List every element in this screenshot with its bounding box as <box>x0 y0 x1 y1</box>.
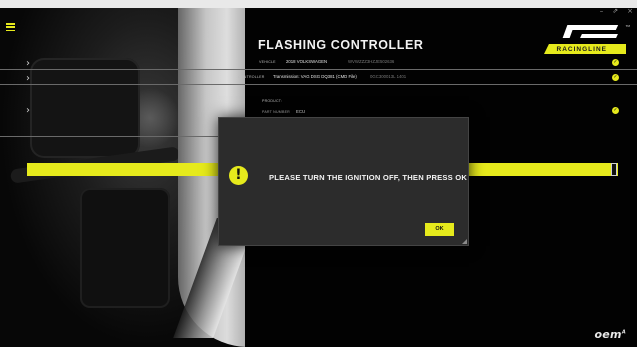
check-circle-icon: ✓ <box>612 74 619 81</box>
progress-end <box>611 163 617 176</box>
controller-part: 0GC300013L 1401 <box>370 74 407 79</box>
minimize-button[interactable]: – <box>600 7 604 15</box>
engine-bay-image <box>0 8 245 347</box>
chevron-right-icon[interactable]: › <box>26 105 30 116</box>
row-divider <box>0 69 637 70</box>
row-divider <box>0 136 220 137</box>
chevron-right-icon[interactable]: › <box>26 58 30 69</box>
alert-dialog: ! PLEASE TURN THE IGNITION OFF, THEN PRE… <box>218 117 469 246</box>
vehicle-label: VEHICLE <box>259 60 276 64</box>
check-circle-icon: ✓ <box>612 59 619 66</box>
vehicle-value: 2018 VOLKSWAGEN <box>286 59 328 64</box>
ok-button[interactable]: OK <box>425 223 454 236</box>
app-window: – ⇗ × › › › FLASHING CONTROLLER VEHICLE … <box>0 0 637 347</box>
page-title: FLASHING CONTROLLER <box>258 38 424 52</box>
window-controls: – ⇗ × <box>600 7 633 15</box>
part-number-label: PART NUMBER <box>262 110 290 114</box>
chevron-right-icon[interactable]: › <box>26 73 30 84</box>
trademark: TM <box>625 24 630 28</box>
part-number-value: ECU <box>296 109 306 114</box>
close-button[interactable]: × <box>627 7 633 15</box>
controller-value: Transmission: VAG DSG DQ381 (CMD File) <box>273 74 357 79</box>
menu-icon[interactable] <box>6 23 15 31</box>
resize-handle-icon[interactable] <box>462 239 467 244</box>
title-bar <box>0 0 637 8</box>
vehicle-vin: WVWZZZ3HZJE502636 <box>348 59 395 64</box>
oem-logo: oemA <box>594 328 626 341</box>
racingline-logo <box>562 20 619 40</box>
oem-logo-superscript: A <box>621 329 626 336</box>
oem-logo-text: oem <box>594 328 622 341</box>
dialog-message: PLEASE TURN THE IGNITION OFF, THEN PRESS… <box>269 173 468 182</box>
warning-icon: ! <box>229 166 248 185</box>
controller-label: CONTROLLER <box>238 75 265 79</box>
check-circle-icon: ✓ <box>612 107 619 114</box>
restore-button[interactable]: ⇗ <box>612 7 618 15</box>
brand-name: RACINGLINE <box>556 46 607 53</box>
product-label: PRODUCT: <box>262 99 282 103</box>
row-divider <box>0 84 637 85</box>
